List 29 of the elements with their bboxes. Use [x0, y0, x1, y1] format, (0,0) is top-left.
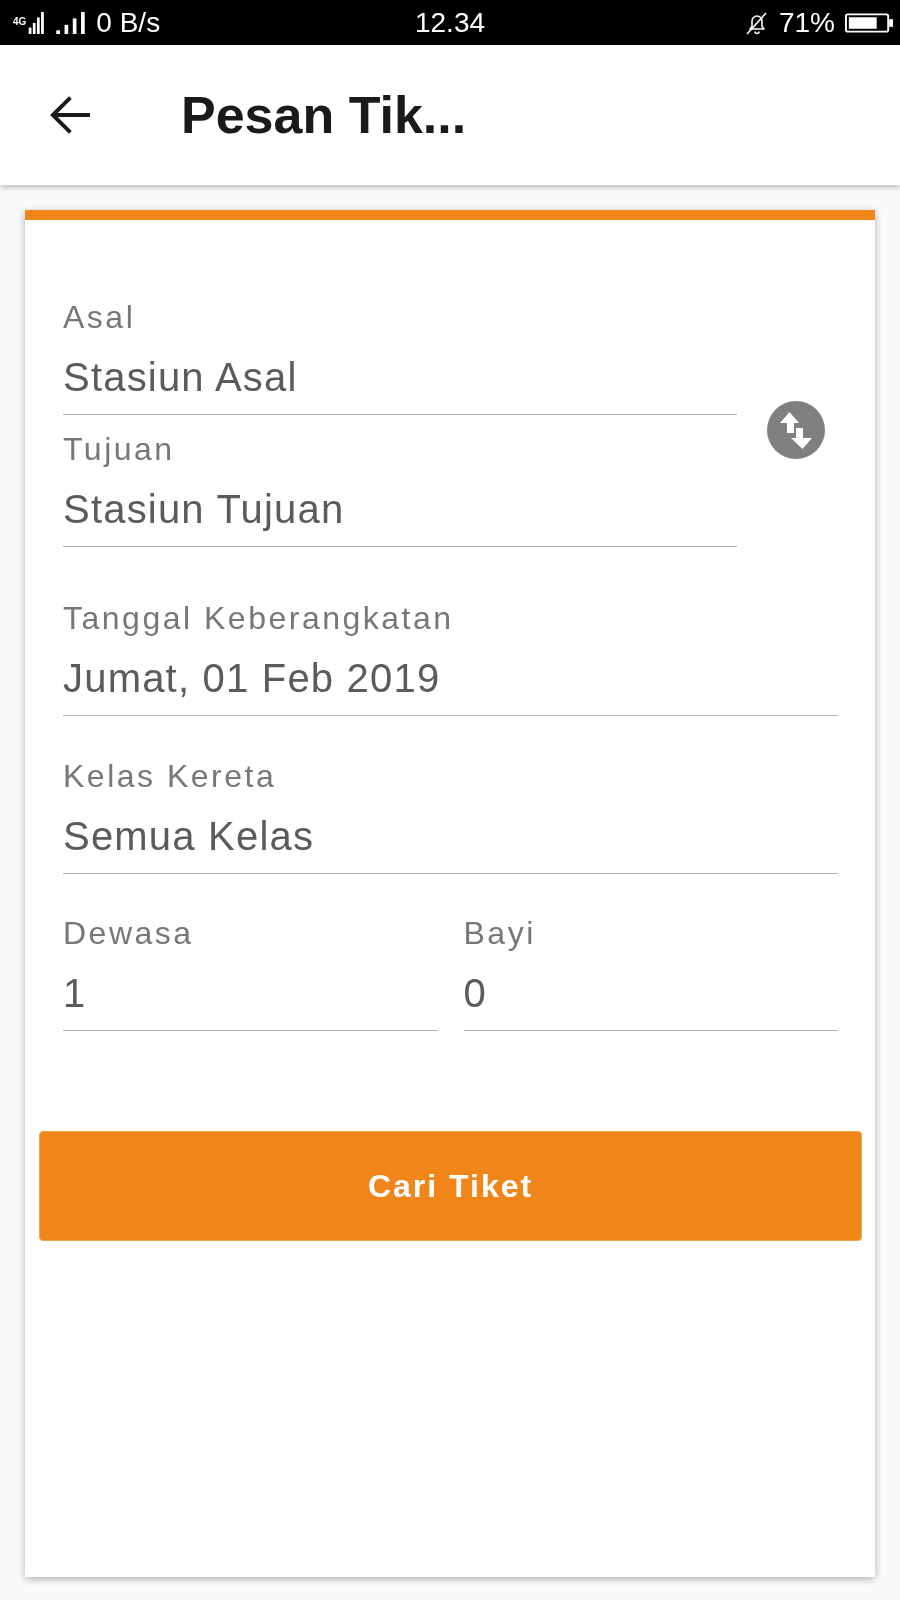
- data-rate-text: 0 B/s: [96, 6, 161, 39]
- field-value: Jumat, 01 Feb 2019: [63, 655, 442, 702]
- field-label: Dewasa: [63, 915, 195, 951]
- field-label: Tujuan: [63, 431, 176, 467]
- field-label: Asal: [63, 299, 137, 335]
- station-field[interactable]: Asal Stasiun Asal: [63, 299, 737, 415]
- swap-button[interactable]: [767, 401, 825, 459]
- battery-percent-text: 71%: [778, 6, 835, 39]
- signal-icon: [28, 11, 46, 34]
- station-field[interactable]: Tujuan Stasiun Tujuan: [63, 431, 737, 547]
- back-arrow-icon: [50, 95, 90, 135]
- select-field[interactable]: Tanggal Keberangkatan Jumat, 01 Feb 2019: [63, 600, 838, 716]
- field-value: 1: [63, 970, 88, 1017]
- battery-icon: [845, 12, 893, 33]
- field-label: Tanggal Keberangkatan: [63, 600, 455, 636]
- signal-icon: [55, 11, 87, 34]
- field-label: Kelas Kereta: [63, 758, 278, 794]
- clock-text: 12.34: [414, 6, 486, 39]
- network-type-label: 4G: [13, 16, 27, 27]
- field-value: Stasiun Asal: [63, 354, 299, 401]
- select-field[interactable]: Kelas Kereta Semua Kelas: [63, 758, 838, 874]
- passenger-field[interactable]: Bayi 0: [463, 915, 838, 1031]
- page-title: Pesan Tik...: [181, 85, 467, 145]
- field-label: Bayi: [463, 915, 537, 951]
- swap-arrows-icon: [767, 401, 825, 459]
- field-value: Semua Kelas: [63, 813, 316, 860]
- field-value: Stasiun Tujuan: [63, 486, 346, 533]
- field-value: 0: [463, 970, 488, 1017]
- passenger-field[interactable]: Dewasa 1: [63, 915, 438, 1031]
